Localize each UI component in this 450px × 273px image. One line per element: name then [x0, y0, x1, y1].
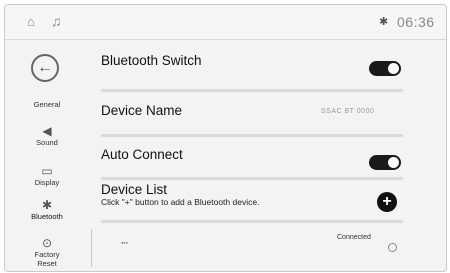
device-name-value: SSAC BT 0000	[321, 108, 375, 115]
paired-device-status: Connected	[337, 234, 371, 241]
sidebar-item-bluetooth[interactable]: ✱ Bluetooth	[5, 198, 89, 221]
bluetooth-switch-toggle[interactable]	[369, 61, 401, 76]
screen: ⌂ ♫ ✱ 06:36 ← General ◀ Sound ▭ Display …	[4, 4, 447, 272]
sidebar-item-label: General	[33, 100, 61, 109]
toggle-knob	[388, 157, 399, 168]
device-list-label: Device List	[101, 182, 168, 197]
back-arrow-icon: ←	[37, 59, 53, 76]
speaker-icon: ◀	[42, 124, 52, 138]
add-device-button[interactable]: +	[377, 192, 397, 212]
sidebar-item-general[interactable]: General	[5, 100, 89, 109]
device-list-hint: Click "+" button to add a Bluetooth devi…	[101, 197, 260, 207]
clock: 06:36	[397, 14, 435, 30]
status-bar: ⌂ ♫ ✱ 06:36	[5, 5, 446, 40]
monitor-icon: ▭	[41, 164, 53, 178]
paired-device-row[interactable]: ▪▪▪ Connected	[101, 231, 411, 259]
device-name-label: Device Name	[101, 103, 183, 118]
device-list-row: Device List Click "+" button to add a Bl…	[101, 182, 411, 218]
row-divider	[101, 89, 403, 92]
auto-connect-label: Auto Connect	[101, 147, 183, 162]
home-icon[interactable]: ⌂	[27, 14, 35, 29]
toggle-knob	[388, 63, 399, 74]
bluetooth-switch-row: Bluetooth Switch	[101, 51, 411, 83]
sidebar-item-label: Sound	[36, 138, 58, 147]
sidebar-item-sound[interactable]: ◀ Sound	[5, 124, 89, 147]
bluetooth-status-icon: ✱	[379, 16, 389, 28]
row-divider	[101, 177, 403, 180]
auto-connect-toggle[interactable]	[369, 155, 401, 170]
sidebar-item-factory-reset[interactable]: ⊙ Factory Reset	[5, 236, 89, 268]
auto-connect-row: Auto Connect	[101, 143, 411, 175]
music-icon[interactable]: ♫	[51, 13, 62, 29]
bluetooth-icon: ✱	[41, 198, 53, 212]
sidebar-item-label: Factory Reset	[34, 250, 60, 268]
paired-device-name: ▪▪▪	[121, 240, 128, 247]
bluetooth-switch-label: Bluetooth Switch	[101, 53, 202, 68]
reset-icon: ⊙	[41, 236, 53, 250]
sidebar: ← General ◀ Sound ▭ Display ✱ Bluetooth …	[5, 40, 89, 271]
row-divider	[101, 134, 403, 137]
sidebar-item-label: Display	[34, 178, 60, 187]
device-info-icon[interactable]	[388, 243, 397, 252]
sidebar-item-display[interactable]: ▭ Display	[5, 164, 89, 187]
row-divider	[101, 220, 403, 223]
sidebar-item-label: Bluetooth	[31, 212, 63, 221]
device-name-row[interactable]: Device Name SSAC BT 0000	[101, 99, 411, 129]
divider	[91, 229, 92, 267]
back-button[interactable]: ←	[31, 54, 59, 82]
